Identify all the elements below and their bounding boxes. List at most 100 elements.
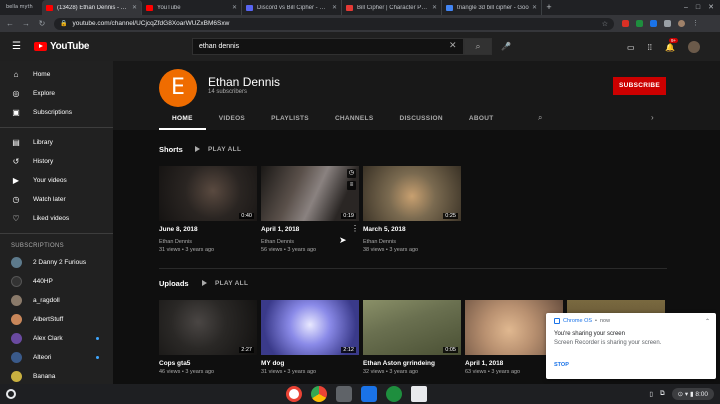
video-title[interactable]: Cops gta5 — [159, 360, 257, 367]
tab-discussion[interactable]: DISCUSSION — [386, 111, 455, 130]
video-thumbnail[interactable]: 2:12 — [261, 300, 359, 355]
add-to-queue-icon[interactable]: ≡ — [347, 181, 356, 190]
sidebar-subscription[interactable]: 2 Danny 2 Furious — [0, 253, 113, 272]
extension-red-icon[interactable] — [622, 20, 629, 27]
video-card[interactable]: 2:12 MY dog 31 views • 3 years ago — [261, 300, 359, 375]
gmail-icon[interactable] — [286, 386, 302, 402]
sidebar-subscription[interactable]: a_ragdoll — [0, 291, 113, 310]
screen-capture-icon[interactable]: ⧉ — [660, 390, 665, 398]
uploads-heading[interactable]: Uploads — [159, 279, 189, 288]
subscribe-button[interactable]: SUBSCRIBE — [613, 77, 666, 95]
sidebar-item-liked-videos[interactable]: ♡ Liked videos — [0, 209, 113, 228]
youtube-logo[interactable]: YouTube — [34, 41, 90, 52]
sidebar-item-home[interactable]: ⌂ Home — [0, 65, 113, 84]
launcher-icon[interactable] — [6, 389, 16, 399]
sidebar-item-subscriptions[interactable]: ▣ Subscriptions — [0, 103, 113, 122]
channel-search-icon[interactable]: ⌕ — [538, 113, 542, 123]
watch-later-icon[interactable]: ◷ — [347, 169, 356, 178]
chevron-up-icon[interactable]: ⌃ — [705, 318, 710, 325]
video-thumbnail[interactable]: 0:05 — [363, 300, 461, 355]
close-tab-icon[interactable]: ✕ — [132, 4, 137, 11]
browser-tab-youtube[interactable]: YouTube ✕ — [142, 0, 242, 15]
uploads-play-all-button[interactable]: PLAY ALL — [202, 280, 248, 287]
account-avatar[interactable] — [688, 41, 700, 53]
system-tray[interactable]: ▯ ⧉ ⊙ ▾ ▮ 8:00 — [649, 388, 714, 400]
video-card[interactable]: 2:27 Cops gta5 46 views • 3 years ago — [159, 300, 257, 375]
sidebar-subscription[interactable]: Alteori — [0, 348, 113, 367]
tab-home[interactable]: HOME — [159, 111, 206, 130]
address-bar[interactable]: 🔒 youtube.com/channel/UCjcqZfdG8XoarWUZx… — [54, 17, 614, 30]
sidebar-item-your-videos[interactable]: ▶ Your videos — [0, 171, 113, 190]
video-title[interactable]: Ethan Aston grrindeing — [363, 360, 461, 367]
back-icon[interactable]: ← — [6, 19, 14, 28]
screen-share-notification[interactable]: Chrome OS • now ⌃ You're sharing your sc… — [546, 313, 716, 379]
tab-channels[interactable]: CHANNELS — [322, 111, 387, 130]
files-icon[interactable] — [336, 386, 352, 402]
clapper-icon[interactable] — [411, 386, 427, 402]
maximize-icon[interactable]: □ — [696, 0, 700, 15]
video-channel[interactable]: Ethan Dennis — [363, 239, 461, 245]
hamburger-menu-icon[interactable]: ☰ — [12, 41, 22, 52]
search-input[interactable]: ethan dennis — [192, 38, 464, 55]
close-tab-icon[interactable]: ✕ — [332, 4, 337, 11]
tab-playlists[interactable]: PLAYLISTS — [258, 111, 322, 130]
chrome-icon[interactable] — [311, 386, 327, 402]
extension-blue-icon[interactable] — [650, 20, 657, 27]
close-window-icon[interactable]: ✕ — [708, 0, 714, 15]
sidebar-subscription[interactable]: 440HP — [0, 272, 113, 291]
stop-sharing-button[interactable]: STOP — [554, 362, 569, 368]
video-card[interactable]: 0:05 Ethan Aston grrindeing 32 views • 3… — [363, 300, 461, 375]
bookmark-star-icon[interactable]: ☆ — [602, 20, 608, 28]
video-title[interactable]: June 8, 2018 — [159, 226, 257, 233]
chevron-right-icon[interactable]: › — [651, 113, 654, 122]
extension-gray-icon[interactable] — [664, 20, 671, 27]
video-title[interactable]: MY dog — [261, 360, 359, 367]
sidebar-item-library[interactable]: ▤ Library — [0, 133, 113, 152]
profile-avatar-icon[interactable] — [678, 20, 685, 27]
folder-icon[interactable] — [361, 386, 377, 402]
shorts-play-all-button[interactable]: PLAY ALL — [195, 146, 241, 153]
sidebar-item-watch-later[interactable]: ◷ Watch later — [0, 190, 113, 209]
forward-icon[interactable]: → — [22, 19, 30, 28]
extension-green-icon[interactable] — [636, 20, 643, 27]
code-editor-icon[interactable] — [386, 386, 402, 402]
sidebar-subscription[interactable]: Banana — [0, 367, 113, 384]
clear-search-icon[interactable]: ✕ — [449, 40, 457, 51]
video-card[interactable]: 0:25 March 5, 2018 Ethan Dennis 38 views… — [363, 166, 461, 253]
new-tab-icon[interactable]: + — [542, 0, 556, 15]
search-button[interactable]: ⌕ — [464, 38, 492, 55]
sidebar-item-explore[interactable]: ◎ Explore — [0, 84, 113, 103]
tab-videos[interactable]: VIDEOS — [206, 111, 258, 130]
video-title[interactable]: April 1, 2018 — [261, 226, 359, 233]
sidebar-subscription[interactable]: Alex Clark — [0, 329, 113, 348]
notifications-bell-icon[interactable]: 🔔 9+ — [665, 37, 679, 52]
video-card[interactable]: 0:40 June 8, 2018 Ethan Dennis 31 views … — [159, 166, 257, 253]
shorts-heading[interactable]: Shorts — [159, 145, 183, 154]
video-title[interactable]: March 5, 2018 — [363, 226, 461, 233]
browser-tab-channel[interactable]: (13428) Ethan Dennis - You ✕ — [42, 0, 142, 15]
close-tab-icon[interactable]: ✕ — [532, 4, 537, 11]
browser-menu-icon[interactable]: ⋮ — [692, 20, 699, 27]
apps-grid-icon[interactable]: ⁞⁞ — [648, 43, 652, 52]
video-thumbnail[interactable]: 0:25 — [363, 166, 461, 221]
browser-tab-discord[interactable]: Discord vs Bill Cipher - Batt ✕ — [242, 0, 342, 15]
reload-icon[interactable]: ↻ — [38, 19, 46, 28]
create-video-icon[interactable]: ▭ — [627, 43, 635, 52]
phone-hub-icon[interactable]: ▯ — [649, 390, 653, 398]
browser-tab-google[interactable]: triangle 3d bill cipher - Goo ✕ — [442, 0, 542, 15]
minimize-icon[interactable]: – — [684, 0, 688, 15]
channel-avatar[interactable]: E — [159, 69, 197, 107]
more-actions-icon[interactable]: ⋮ — [351, 224, 359, 233]
microphone-icon[interactable]: 🎤 — [501, 42, 511, 51]
tab-about[interactable]: ABOUT — [456, 111, 507, 130]
close-tab-icon[interactable]: ✕ — [432, 4, 437, 11]
video-thumbnail[interactable]: ◷ ≡ 0:19 — [261, 166, 359, 221]
sidebar-subscription[interactable]: AlbertStuff — [0, 310, 113, 329]
video-thumbnail[interactable]: 0:40 — [159, 166, 257, 221]
profile-label[interactable]: bella myth — [0, 0, 42, 15]
video-thumbnail[interactable]: 2:27 — [159, 300, 257, 355]
sidebar-item-history[interactable]: ↺ History — [0, 152, 113, 171]
status-area[interactable]: ⊙ ▾ ▮ 8:00 — [671, 388, 714, 400]
close-tab-icon[interactable]: ✕ — [232, 4, 237, 11]
browser-tab-bill-cipher[interactable]: Bill Cipher | Character Profi ✕ — [342, 0, 442, 15]
